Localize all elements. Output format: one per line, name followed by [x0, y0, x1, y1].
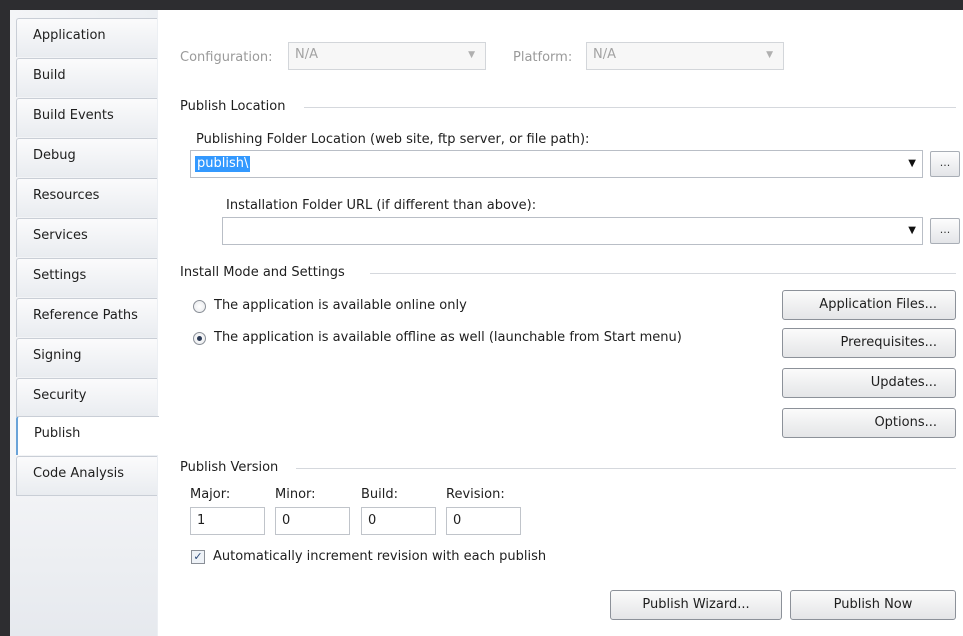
sidebar: Application Build Build Events Debug Res… — [10, 10, 159, 636]
minor-label: Minor: — [275, 487, 316, 502]
browse-install-folder-button[interactable]: ... — [930, 218, 960, 244]
publishing-folder-value: publish\ — [195, 156, 251, 172]
chevron-down-icon: ▼ — [468, 50, 475, 60]
online-only-radio[interactable] — [193, 300, 206, 313]
publish-version-heading: Publish Version — [180, 460, 279, 475]
online-only-label[interactable]: The application is available online only — [214, 298, 467, 313]
divider — [370, 273, 956, 274]
publishing-folder-label: Publishing Folder Location (web site, ft… — [196, 132, 590, 147]
revision-value: 0 — [453, 513, 462, 528]
configuration-label: Configuration: — [180, 50, 273, 65]
installation-folder-label: Installation Folder URL (if different th… — [226, 198, 537, 213]
offline-label[interactable]: The application is available offline as … — [214, 330, 682, 345]
configuration-dropdown[interactable]: N/A ▼ — [288, 42, 486, 70]
tab-publish[interactable]: Publish — [16, 416, 159, 455]
installation-folder-input[interactable]: ▼ — [222, 217, 923, 245]
publishing-folder-input[interactable]: publish\ ▼ — [190, 150, 923, 178]
tab-services[interactable]: Services — [16, 218, 157, 257]
application-files-button[interactable]: Application Files... — [782, 290, 956, 320]
tab-build-events[interactable]: Build Events — [16, 98, 157, 137]
divider — [304, 107, 956, 108]
offline-radio[interactable] — [193, 332, 206, 345]
chevron-down-icon[interactable]: ▼ — [908, 158, 916, 169]
build-input[interactable]: 0 — [361, 507, 436, 535]
options-button[interactable]: Options... — [782, 408, 956, 438]
revision-label: Revision: — [446, 487, 505, 502]
auto-increment-checkbox[interactable]: ✓ — [191, 550, 205, 564]
tab-debug[interactable]: Debug — [16, 138, 157, 177]
browse-publish-folder-button[interactable]: ... — [930, 151, 960, 177]
auto-increment-label[interactable]: Automatically increment revision with ea… — [213, 549, 546, 564]
build-value: 0 — [368, 513, 377, 528]
divider — [296, 468, 956, 469]
tab-resources[interactable]: Resources — [16, 178, 157, 217]
tab-security[interactable]: Security — [16, 378, 157, 417]
platform-label: Platform: — [513, 50, 573, 65]
publish-location-heading: Publish Location — [180, 99, 286, 114]
project-properties-window: Application Build Build Events Debug Res… — [10, 10, 963, 636]
tab-application[interactable]: Application — [16, 18, 157, 57]
publish-wizard-button[interactable]: Publish Wizard... — [610, 590, 782, 620]
minor-value: 0 — [282, 513, 291, 528]
prerequisites-button[interactable]: Prerequisites... — [782, 328, 956, 358]
major-input[interactable]: 1 — [190, 507, 265, 535]
tab-reference-paths[interactable]: Reference Paths — [16, 298, 157, 337]
configuration-value: N/A — [295, 47, 318, 62]
platform-value: N/A — [593, 47, 616, 62]
tab-settings[interactable]: Settings — [16, 258, 157, 297]
chevron-down-icon: ▼ — [766, 50, 773, 60]
major-value: 1 — [197, 513, 206, 528]
publish-now-button[interactable]: Publish Now — [790, 590, 956, 620]
chevron-down-icon[interactable]: ▼ — [908, 225, 916, 236]
tab-signing[interactable]: Signing — [16, 338, 157, 377]
minor-input[interactable]: 0 — [275, 507, 350, 535]
build-label: Build: — [361, 487, 399, 502]
tab-build[interactable]: Build — [16, 58, 157, 97]
tab-code-analysis[interactable]: Code Analysis — [16, 456, 157, 496]
platform-dropdown[interactable]: N/A ▼ — [586, 42, 784, 70]
updates-button[interactable]: Updates... — [782, 368, 956, 398]
revision-input[interactable]: 0 — [446, 507, 521, 535]
major-label: Major: — [190, 487, 231, 502]
publish-page: Configuration: N/A ▼ Platform: N/A ▼ Pub… — [158, 10, 963, 636]
install-mode-heading: Install Mode and Settings — [180, 265, 345, 280]
